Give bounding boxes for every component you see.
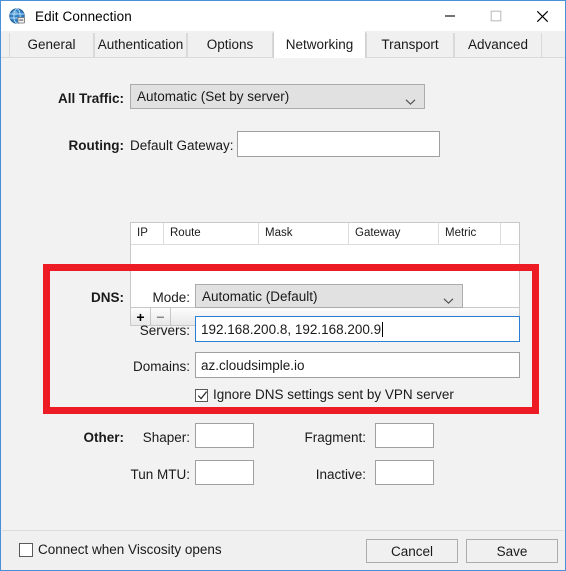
globe-icon bbox=[9, 7, 26, 25]
tab-label: Authentication bbox=[97, 37, 184, 52]
dns-mode-select[interactable]: Automatic (Default) bbox=[195, 284, 463, 308]
routing-label: Routing: bbox=[68, 138, 124, 153]
cancel-button[interactable]: Cancel bbox=[366, 539, 458, 563]
tab-networking[interactable]: Networking bbox=[273, 31, 366, 58]
dns-servers-value: 192.168.200.8, 192.168.200.9 bbox=[201, 321, 382, 337]
tab-label: Options bbox=[206, 37, 254, 52]
all-traffic-value: Automatic (Set by server) bbox=[137, 89, 290, 104]
all-traffic-select[interactable]: Automatic (Set by server) bbox=[130, 84, 425, 109]
column-header-ip[interactable]: IP bbox=[131, 223, 164, 244]
all-traffic-label: All Traffic: bbox=[57, 91, 124, 106]
dns-domains-label: Domains: bbox=[132, 359, 190, 374]
title-bar: Edit Connection bbox=[1, 1, 565, 31]
checkmark-icon bbox=[197, 391, 208, 400]
column-header-metric[interactable]: Metric bbox=[439, 223, 501, 244]
fragment-input[interactable] bbox=[375, 423, 434, 448]
chevron-down-icon bbox=[405, 93, 416, 105]
routes-table-header: IP Route Mask Gateway Metric bbox=[131, 223, 519, 245]
window-title: Edit Connection bbox=[35, 8, 132, 24]
tab-authentication[interactable]: Authentication bbox=[94, 33, 187, 57]
tab-transport[interactable]: Transport bbox=[366, 33, 454, 57]
tab-label: General bbox=[27, 37, 76, 52]
inactive-input[interactable] bbox=[375, 460, 434, 485]
dns-mode-label: Mode: bbox=[152, 290, 190, 305]
column-header-gateway[interactable]: Gateway bbox=[349, 223, 439, 244]
save-button[interactable]: Save bbox=[466, 539, 558, 563]
column-header-route[interactable]: Route bbox=[164, 223, 259, 244]
tab-label: Transport bbox=[381, 37, 439, 52]
text-caret bbox=[382, 321, 384, 337]
ignore-dns-label[interactable]: Ignore DNS settings sent by VPN server bbox=[213, 387, 454, 402]
dialog-footer: Connect when Viscosity opens Cancel Save bbox=[2, 530, 564, 570]
default-gateway-label: Default Gateway: bbox=[130, 138, 234, 153]
minimize-icon[interactable] bbox=[427, 1, 473, 31]
shaper-input[interactable] bbox=[195, 423, 254, 448]
chevron-down-icon bbox=[443, 293, 454, 304]
column-header-spacer bbox=[501, 223, 519, 244]
dns-domains-value: az.cloudsimple.io bbox=[201, 357, 305, 373]
tab-label: Advanced bbox=[467, 37, 529, 52]
shaper-label: Shaper: bbox=[142, 430, 190, 445]
tab-strip: General Authentication Options Networkin… bbox=[1, 31, 565, 58]
networking-panel: All Traffic: Automatic (Set by server) R… bbox=[2, 58, 564, 530]
close-icon[interactable] bbox=[519, 1, 565, 31]
tun-mtu-input[interactable] bbox=[195, 460, 254, 485]
maximize-icon[interactable] bbox=[473, 1, 519, 31]
tab-label: Networking bbox=[285, 37, 354, 52]
connect-on-open-checkbox[interactable] bbox=[19, 543, 33, 557]
fragment-label: Fragment: bbox=[304, 430, 366, 445]
column-header-mask[interactable]: Mask bbox=[259, 223, 349, 244]
dns-domains-input[interactable]: az.cloudsimple.io bbox=[195, 352, 520, 378]
tab-advanced[interactable]: Advanced bbox=[454, 33, 542, 57]
tab-options[interactable]: Options bbox=[187, 33, 273, 57]
dns-servers-input[interactable]: 192.168.200.8, 192.168.200.9 bbox=[195, 316, 520, 342]
tab-general[interactable]: General bbox=[9, 33, 94, 57]
tun-mtu-label: Tun MTU: bbox=[130, 467, 190, 482]
default-gateway-input[interactable] bbox=[237, 131, 440, 157]
dns-mode-value: Automatic (Default) bbox=[202, 288, 318, 304]
inactive-label: Inactive: bbox=[315, 467, 366, 482]
dns-servers-label: Servers: bbox=[139, 323, 190, 338]
edit-connection-window: Edit Connection General Authentication O… bbox=[0, 0, 566, 571]
ignore-dns-checkbox[interactable] bbox=[195, 389, 208, 402]
window-controls bbox=[427, 1, 565, 31]
connect-on-open-label[interactable]: Connect when Viscosity opens bbox=[38, 542, 222, 557]
